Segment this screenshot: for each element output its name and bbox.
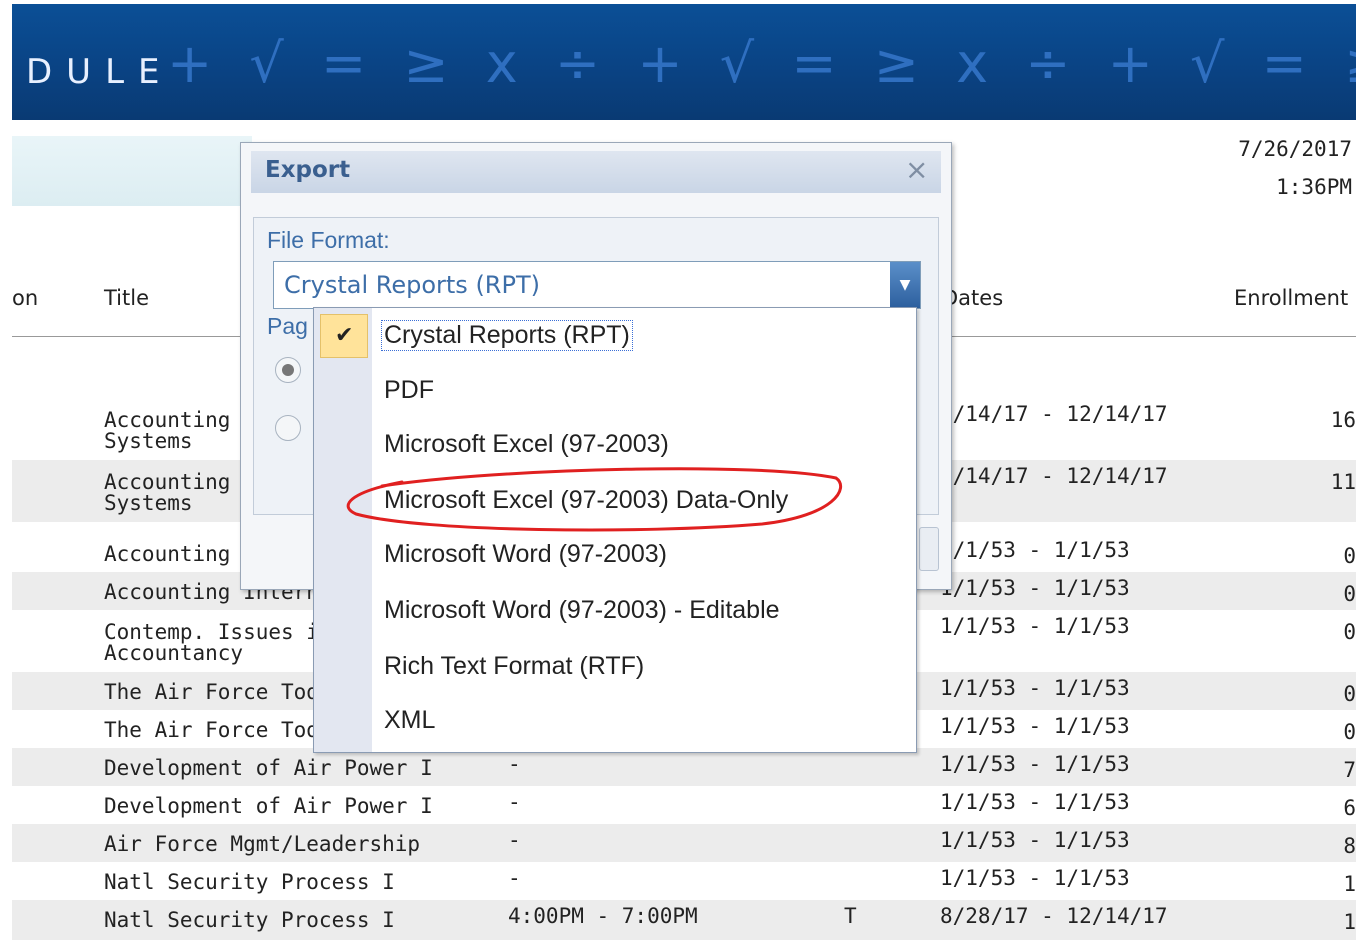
row-enrollment: 0 — [1343, 684, 1356, 704]
row-enrollment: 6 — [1343, 798, 1356, 818]
row-enrollment: 16 — [1330, 410, 1356, 430]
dropdown-icon-gutter — [314, 308, 372, 752]
banner-background: DULE + √ = ≥ x ÷ + √ = ≥ x ÷ + √ = ≥ x ÷ — [12, 4, 1356, 120]
file-format-label: File Format: — [267, 227, 390, 253]
row-dates: 1/1/53 - 1/1/53 — [940, 790, 1130, 814]
column-header-enrollment: Enrollment — [1234, 286, 1349, 310]
row-day: T — [844, 904, 857, 928]
row-enrollment: 1 — [1343, 874, 1356, 894]
page-range-all-radio[interactable] — [275, 357, 301, 383]
row-title: Accounting I — [104, 470, 256, 494]
page-range-label: Pag — [267, 313, 308, 339]
report-banner: DULE + √ = ≥ x ÷ + √ = ≥ x ÷ + √ = ≥ x ÷ — [0, 0, 1356, 122]
toolbar-strip — [12, 136, 252, 206]
dialog-titlebar[interactable]: Export × — [241, 143, 951, 195]
row-dates: 1/1/53 - 1/1/53 — [940, 576, 1130, 600]
row-time: - — [508, 752, 521, 776]
report-date: 7/26/2017 — [1238, 137, 1352, 161]
close-icon[interactable]: × — [905, 153, 928, 186]
row-title-continued: Systems — [104, 491, 193, 515]
row-dates: 2/14/17 - 12/14/17 — [940, 464, 1168, 488]
row-enrollment: 8 — [1343, 836, 1356, 856]
column-header-partial: on — [12, 286, 39, 310]
row-title: Natl Security Process I — [104, 908, 395, 932]
row-enrollment: 0 — [1343, 622, 1356, 642]
column-header-title: Title — [104, 286, 150, 310]
report-time: 1:36PM — [1276, 175, 1352, 199]
row-time: - — [508, 866, 521, 890]
row-dates: 1/1/53 - 1/1/53 — [940, 676, 1130, 700]
row-dates: 1/1/53 - 1/1/53 — [940, 866, 1130, 890]
row-title: Contemp. Issues in — [104, 620, 332, 644]
dropdown-option[interactable]: XML — [384, 706, 435, 735]
dropdown-option[interactable]: Microsoft Excel (97-2003) Data-Only — [384, 486, 788, 515]
row-time: - — [508, 790, 521, 814]
row-title: Air Force Mgmt/Leadership — [104, 832, 421, 856]
row-title: Accounting I — [104, 542, 256, 566]
row-dates: 1/1/53 - 1/1/53 — [940, 828, 1130, 852]
file-format-selected-value: Crystal Reports (RPT) — [284, 271, 540, 299]
row-title: Development of Air Power I — [104, 794, 433, 818]
banner-decorative-symbols: + √ = ≥ x ÷ + √ = ≥ x ÷ + √ = ≥ x ÷ — [167, 32, 1356, 95]
table-row: Air Force Mgmt/Leadership - 1/1/53 - 1/1/5… — [12, 824, 1356, 862]
dropdown-option[interactable]: Microsoft Word (97-2003) — [384, 540, 667, 569]
row-title: The Air Force Toda — [104, 718, 332, 742]
selected-option-marker: ✔ — [320, 314, 368, 358]
row-enrollment: 1 — [1343, 912, 1356, 932]
row-title: Accounting I — [104, 408, 256, 432]
row-dates: 8/28/17 - 12/14/17 — [940, 904, 1168, 928]
dropdown-option[interactable]: Microsoft Excel (97-2003) — [384, 430, 669, 459]
row-title-continued: Accountancy — [104, 641, 244, 665]
banner-title: DULE — [26, 52, 174, 92]
table-row: Natl Security Process I 4:00PM - 7:00PM T 8… — [12, 900, 1356, 940]
row-dates: 1/1/53 - 1/1/53 — [940, 752, 1130, 776]
row-enrollment: 11 — [1330, 472, 1356, 492]
row-dates: 2/14/17 - 12/14/17 — [940, 402, 1168, 426]
dialog-button-partial[interactable] — [919, 527, 939, 571]
dropdown-option[interactable]: PDF — [384, 376, 434, 405]
dropdown-option[interactable]: Rich Text Format (RTF) — [384, 652, 644, 681]
file-format-select[interactable]: Crystal Reports (RPT) ▼ — [273, 261, 921, 309]
chevron-down-icon[interactable]: ▼ — [890, 262, 920, 308]
row-enrollment: 0 — [1343, 722, 1356, 742]
dropdown-option[interactable]: Microsoft Word (97-2003) - Editable — [384, 596, 780, 625]
row-enrollment: 0 — [1343, 546, 1356, 566]
row-time: - — [508, 828, 521, 852]
row-title: The Air Force Toda — [104, 680, 332, 704]
row-enrollment: 7 — [1343, 760, 1356, 780]
table-row: Development of Air Power I - 1/1/53 - 1/1/… — [12, 748, 1356, 786]
file-format-dropdown-list: ✔ Crystal Reports (RPT) PDF Microsoft Exce… — [313, 307, 917, 753]
row-dates: 1/1/53 - 1/1/53 — [940, 714, 1130, 738]
row-title-continued: Systems — [104, 429, 193, 453]
table-row: Development of Air Power I - 1/1/53 - 1/1/… — [12, 786, 1356, 824]
checkmark-icon: ✔ — [335, 323, 354, 348]
dialog-title: Export — [265, 157, 351, 183]
dropdown-option[interactable]: Crystal Reports (RPT) — [381, 320, 633, 351]
page-range-pages-radio[interactable] — [275, 415, 301, 441]
row-dates: 1/1/53 - 1/1/53 — [940, 538, 1130, 562]
row-enrollment: 0 — [1343, 584, 1356, 604]
row-dates: 1/1/53 - 1/1/53 — [940, 614, 1130, 638]
row-title: Development of Air Power I — [104, 756, 433, 780]
dialog-titlebar-background — [251, 151, 941, 193]
table-row: Natl Security Process I - 1/1/53 - 1/1/53 1 — [12, 862, 1356, 900]
row-time: 4:00PM - 7:00PM — [508, 904, 698, 928]
row-title: Natl Security Process I — [104, 870, 395, 894]
